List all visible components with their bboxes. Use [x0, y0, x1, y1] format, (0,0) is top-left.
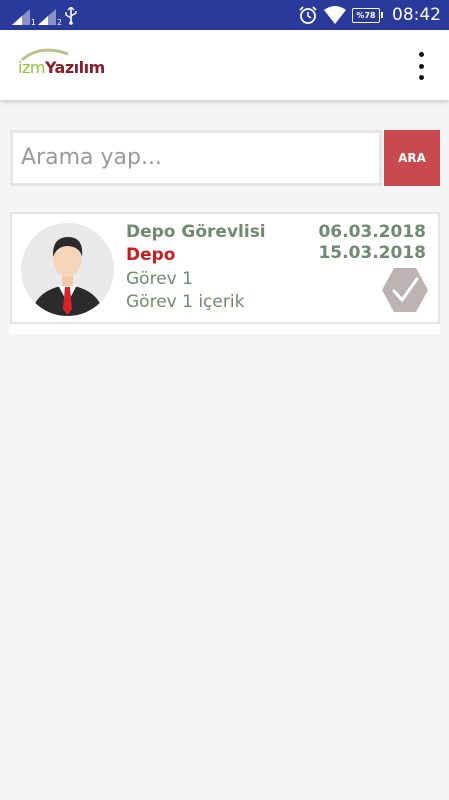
overflow-menu-icon[interactable] [415, 52, 427, 80]
search-bar: Arama yap... ARA [10, 130, 440, 186]
clock: 08:42 [392, 5, 441, 25]
app-logo: izm Yazılım [18, 48, 105, 82]
task-description: Görev 1 içerik [126, 292, 245, 312]
status-bar: 1 2 %78 08:42 [0, 0, 449, 30]
card-footer [10, 324, 440, 334]
task-title: Depo Görevlisi [126, 222, 266, 242]
check-icon[interactable] [380, 266, 430, 314]
logo-swoosh-icon [21, 48, 69, 62]
task-card[interactable]: Depo Görevlisi Depo Görev 1 Görev 1 içer… [10, 212, 440, 324]
wifi-icon [324, 6, 346, 24]
task-start-date: 06.03.2018 [318, 222, 426, 242]
search-input[interactable]: Arama yap... [10, 130, 382, 186]
sim2-label: 2 [56, 18, 62, 27]
status-bar-right: %78 08:42 [298, 4, 441, 26]
sim1-label: 1 [30, 18, 36, 27]
app-bar: izm Yazılım [0, 30, 449, 100]
battery-indicator: %78 [352, 7, 383, 23]
avatar [21, 223, 114, 316]
status-bar-left: 1 2 [12, 5, 78, 27]
alarm-icon [299, 6, 317, 24]
signal-sim1-icon: 1 [12, 7, 36, 27]
signal-sim2-icon: 2 [38, 7, 62, 27]
task-end-date: 15.03.2018 [318, 243, 426, 263]
task-department: Depo [126, 245, 176, 265]
search-button[interactable]: ARA [384, 130, 440, 186]
usb-icon [65, 7, 77, 25]
task-name: Görev 1 [126, 269, 193, 289]
